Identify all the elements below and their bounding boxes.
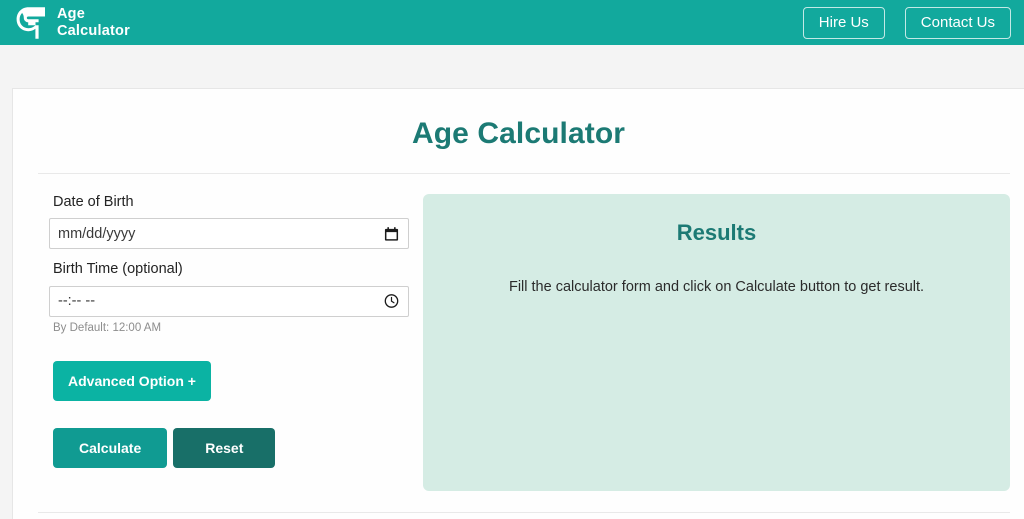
- page-title: Age Calculator: [411, 117, 626, 150]
- brand-name: Age Calculator: [57, 6, 130, 39]
- header-actions: Hire Us Contact Us: [802, 6, 1011, 39]
- form-actions: Calculate Reset: [53, 427, 423, 468]
- birth-time-helper-text: By Default: 12:00 AM: [53, 321, 162, 334]
- page-background: Age Calculator Date of Birth mm/dd/yyyy …: [0, 45, 1024, 519]
- calculator-form: Date of Birth Birth Time (optional): [13, 194, 423, 468]
- clock-icon[interactable]: [384, 294, 399, 309]
- results-title: Results: [676, 220, 757, 245]
- calendar-icon[interactable]: [384, 226, 399, 241]
- age-calculator-logo-icon: [14, 4, 48, 42]
- calculator-card: Age Calculator Date of Birth mm/dd/yyyy …: [12, 88, 1024, 519]
- birth-time-label: Birth Time (optional): [53, 261, 183, 278]
- date-of-birth-label: Date of Birth: [53, 194, 134, 210]
- results-empty-message: Fill the calculator form and click on Ca…: [508, 279, 925, 295]
- results-column: Results Fill the calculator form and cli…: [423, 194, 1024, 491]
- birth-time-input[interactable]: [50, 286, 408, 316]
- reset-button[interactable]: Reset: [173, 427, 276, 468]
- calculate-button[interactable]: Calculate: [53, 427, 168, 468]
- content-area: Date of Birth Birth Time (optional): [13, 174, 1024, 491]
- birth-time-field[interactable]: [49, 285, 409, 317]
- results-panel: Results Fill the calculator form and cli…: [423, 194, 1010, 491]
- date-of-birth-input[interactable]: [50, 219, 408, 249]
- contact-us-button[interactable]: Contact Us: [904, 6, 1011, 39]
- date-of-birth-field[interactable]: [49, 218, 409, 250]
- hire-us-button[interactable]: Hire Us: [802, 6, 885, 39]
- brand[interactable]: Age Calculator: [14, 4, 130, 42]
- advanced-option-button[interactable]: Advanced Option +: [53, 360, 211, 401]
- site-header: Age Calculator Hire Us Contact Us: [0, 0, 1024, 45]
- bottom-divider: [38, 512, 1010, 513]
